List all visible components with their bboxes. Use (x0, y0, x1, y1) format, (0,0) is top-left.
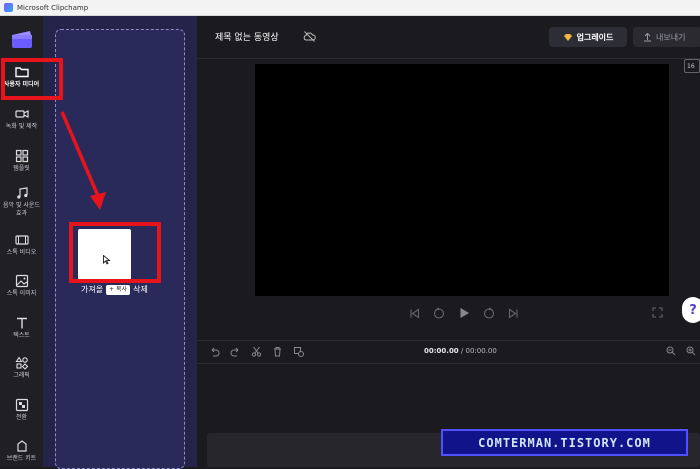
sidebar-item-label: 스톡 비디오 (6, 249, 37, 256)
total-time: / 00:00.00 (460, 347, 497, 355)
upload-icon (644, 32, 651, 42)
sidebar-item-transitions[interactable]: 전환 (0, 398, 43, 422)
video-preview (255, 64, 669, 296)
sidebar-item-label: 녹화 및 제작 (5, 123, 38, 130)
sidebar-item-label: 전환 (15, 414, 28, 421)
drop-hint-right: 삭제 (133, 285, 148, 294)
fullscreen-icon[interactable] (652, 307, 663, 318)
skip-forward-icon[interactable] (508, 307, 519, 319)
timeline-zoom (666, 346, 696, 356)
annotation-highlight-your-media (1, 58, 63, 100)
camera-icon (14, 110, 29, 118)
window-title: Microsoft Clipchamp (17, 3, 89, 12)
sidebar-item-templates[interactable]: 템플릿 (0, 149, 43, 173)
aspect-ratio-label: 16 (687, 62, 695, 70)
zoom-out-icon[interactable] (666, 346, 676, 356)
rewind-5s-icon[interactable] (433, 307, 445, 319)
upgrade-button[interactable]: 업그레이드 (549, 27, 627, 47)
forward-5s-icon[interactable] (483, 307, 495, 319)
aspect-ratio-button[interactable]: 16 (684, 59, 700, 73)
sidebar-item-label: 브랜드 키트 (6, 455, 37, 462)
cloud-off-icon[interactable] (303, 30, 316, 43)
diamond-icon (563, 33, 572, 41)
current-time: 00:00.00 (424, 347, 459, 355)
skip-back-icon[interactable] (409, 307, 420, 319)
brand-kit-icon (16, 440, 27, 452)
undo-icon[interactable] (209, 346, 220, 357)
copy-badge: + 복사 (106, 284, 131, 295)
play-icon[interactable] (458, 307, 470, 319)
drop-hint-left: 가져올 (81, 285, 104, 294)
export-label: 내보내기 (656, 32, 686, 42)
sidebar-item-brand-kit[interactable]: 브랜드 키트 (0, 439, 43, 463)
timeline-timecode: 00:00.00 / 00:00.00 (424, 347, 497, 355)
sidebar-item-record-create[interactable]: 녹화 및 제작 (0, 107, 43, 131)
watermark: COMTERMAN.TISTORY.COM (441, 429, 688, 456)
sidebar-item-text[interactable]: 텍스트 (0, 316, 43, 340)
add-media-icon[interactable] (293, 346, 304, 357)
sidebar-item-stock-images[interactable]: 스톡 이미지 (0, 274, 43, 298)
text-icon (16, 317, 27, 329)
help-button[interactable]: ? (682, 297, 700, 323)
project-title[interactable]: 제목 없는 동영상 (215, 30, 279, 43)
sidebar-item-stock-video[interactable]: 스톡 비디오 (0, 233, 43, 257)
clipchamp-app-icon (4, 3, 13, 12)
scissors-icon[interactable] (251, 346, 262, 357)
image-icon (15, 274, 28, 288)
delete-icon[interactable] (272, 346, 283, 357)
playback-controls (409, 307, 519, 319)
shapes-icon (15, 356, 28, 370)
film-icon (14, 235, 29, 245)
templates-icon (15, 149, 28, 163)
question-icon: ? (689, 302, 697, 318)
sidebar-item-label: 그래픽 (13, 372, 30, 379)
sidebar-item-label: 스톡 이미지 (6, 290, 37, 297)
redo-icon[interactable] (230, 346, 241, 357)
annotation-highlight-thumbnail (69, 222, 161, 283)
sidebar-item-music-sfx[interactable]: 음악 및 사운드 효과 (0, 186, 43, 218)
clipchamp-logo-icon (12, 31, 32, 48)
drop-hint-caption: 가져올 + 복사 삭제 (81, 284, 148, 295)
sidebar-item-graphics[interactable]: 그래픽 (0, 356, 43, 380)
upgrade-label: 업그레이드 (576, 32, 614, 42)
sidebar-item-label: 텍스트 (13, 332, 30, 339)
music-icon (16, 187, 28, 199)
transition-icon (15, 398, 28, 412)
timeline-tools (209, 346, 304, 357)
sidebar-item-label: 음악 및 사운드 효과 (3, 202, 40, 217)
export-button[interactable]: 내보내기 (633, 27, 700, 47)
title-bar: Microsoft Clipchamp (0, 0, 700, 16)
sidebar-item-label: 템플릿 (13, 165, 30, 172)
zoom-in-icon[interactable] (686, 346, 696, 356)
